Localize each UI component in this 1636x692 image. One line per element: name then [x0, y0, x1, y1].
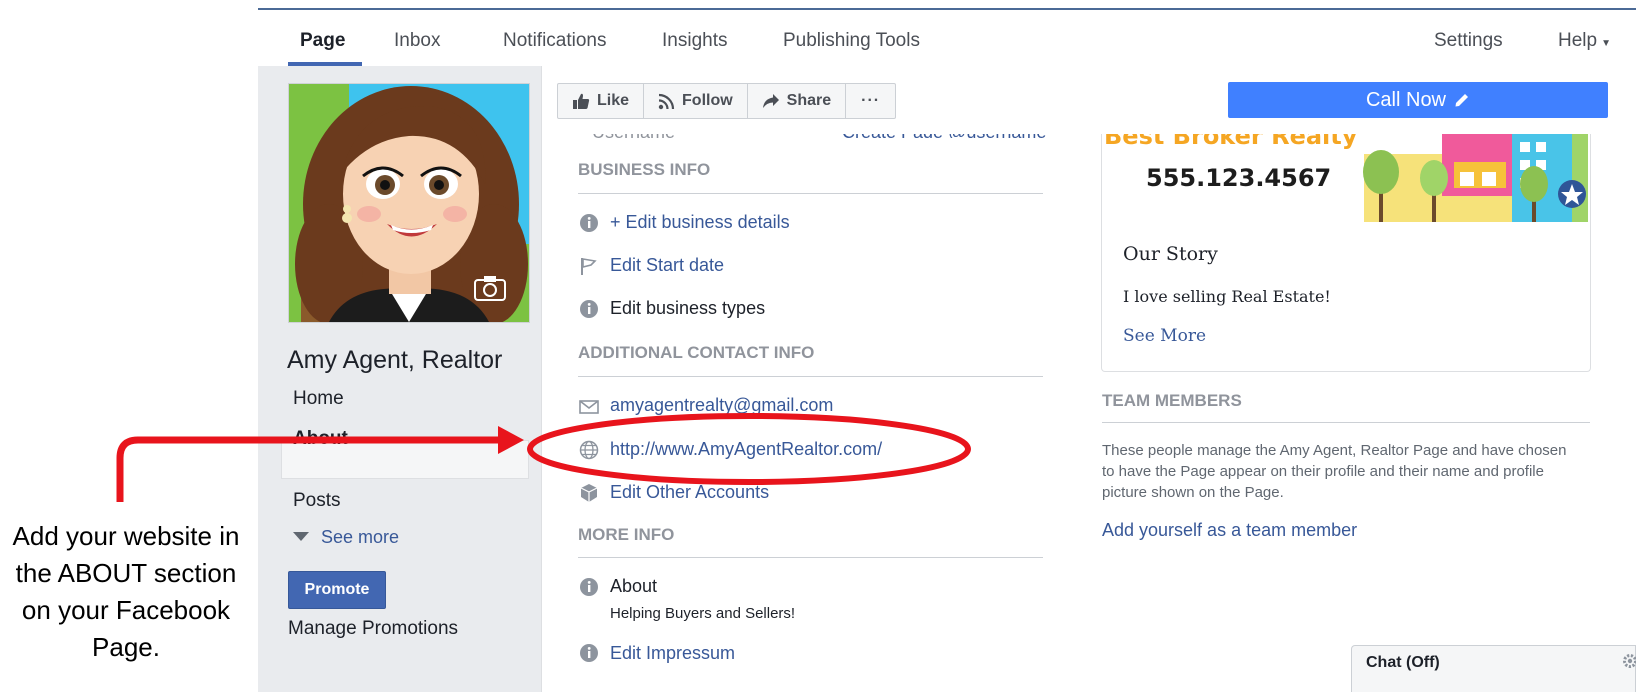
follow-button[interactable]: Follow: [644, 84, 748, 118]
pencil-icon[interactable]: [1454, 92, 1470, 108]
section-divider: [578, 376, 1043, 377]
banner-brand-text: Best Broker Realty: [1104, 134, 1358, 150]
page-name: Amy Agent, Realtor: [287, 346, 503, 374]
tab-help[interactable]: Help ▼: [1558, 30, 1611, 52]
manage-promotions-link[interactable]: Manage Promotions: [288, 618, 458, 640]
follow-label: Follow: [682, 92, 733, 109]
annotation-callout-text: Add your website in the ABOUT section on…: [12, 521, 240, 662]
contact-info-heading: ADDITIONAL CONTACT INFO: [578, 343, 815, 362]
website-link[interactable]: http://www.AmyAgentRealtor.com/: [610, 439, 882, 460]
gear-icon[interactable]: [1622, 653, 1636, 669]
sidebar-item-posts[interactable]: Posts: [293, 490, 341, 512]
tab-notifications[interactable]: Notifications: [503, 30, 607, 52]
sidebar-item-home[interactable]: Home: [293, 388, 344, 410]
story-see-more-link[interactable]: See More: [1123, 326, 1206, 346]
realty-banner-image: Best Broker Realty 555.123.4567: [1102, 134, 1588, 222]
call-now-button[interactable]: Call Now: [1228, 82, 1608, 118]
tab-publishing-tools[interactable]: Publishing Tools: [783, 30, 920, 52]
triangle-down-icon: [293, 532, 309, 541]
edit-start-date-link[interactable]: Edit Start date: [610, 255, 724, 276]
more-options-button[interactable]: ···: [846, 84, 895, 118]
help-label: Help: [1558, 30, 1598, 51]
about-text: Helping Buyers and Sellers!: [610, 605, 796, 622]
section-divider: [578, 557, 1043, 558]
edit-business-types-link[interactable]: Edit business types: [610, 298, 765, 319]
globe-icon: [579, 440, 599, 460]
share-label: Share: [786, 92, 832, 109]
flag-icon: [581, 258, 597, 275]
tab-inbox[interactable]: Inbox: [394, 30, 440, 52]
our-story-text: I love selling Real Estate!: [1123, 287, 1331, 306]
see-more-label: See more: [321, 527, 400, 547]
cube-icon: [580, 484, 598, 502]
tab-settings[interactable]: Settings: [1434, 30, 1503, 52]
info-icon: [580, 644, 598, 662]
page-nav-bar: Page Inbox Notifications Insights Publis…: [258, 10, 1636, 66]
tab-page[interactable]: Page: [300, 30, 345, 52]
caret-down-icon: ▼: [1601, 38, 1611, 49]
call-now-label: Call Now: [1365, 88, 1447, 111]
sidebar-see-more[interactable]: See more: [293, 527, 399, 548]
like-button[interactable]: Like: [558, 84, 645, 118]
section-divider: [578, 193, 1043, 194]
edit-impressum-link[interactable]: Edit Impressum: [610, 643, 735, 664]
section-divider: [1102, 422, 1590, 423]
add-team-member-link[interactable]: Add yourself as a team member: [1102, 520, 1357, 541]
edit-business-details-link[interactable]: + Edit business details: [610, 212, 790, 233]
promote-button[interactable]: Promote: [288, 571, 386, 609]
share-arrow-icon: [762, 94, 779, 108]
profile-picture[interactable]: [288, 83, 530, 323]
avatar-cartoon-image: [289, 84, 529, 322]
thumbs-up-icon: [573, 93, 590, 109]
tab-insights[interactable]: Insights: [662, 30, 727, 52]
story-cover-image[interactable]: Best Broker Realty 555.123.4567: [1102, 134, 1588, 222]
share-button[interactable]: Share: [748, 84, 847, 118]
business-info-heading: BUSINESS INFO: [578, 160, 711, 179]
info-icon: [580, 300, 598, 318]
info-icon: [580, 214, 598, 232]
banner-phone-text: 555.123.4567: [1146, 164, 1331, 192]
envelope-icon: [579, 400, 599, 414]
our-story-title: Our Story: [1123, 243, 1218, 265]
more-info-heading: MORE INFO: [578, 525, 675, 544]
team-description: These people manage the Amy Agent, Realt…: [1102, 442, 1567, 501]
rss-icon: [658, 93, 675, 109]
column-divider: [541, 66, 542, 692]
team-members-heading: TEAM MEMBERS: [1102, 391, 1242, 410]
like-label: Like: [597, 92, 630, 109]
action-button-group: Like Follow Share ···: [557, 83, 897, 119]
about-label: About: [610, 576, 658, 596]
email-link[interactable]: amyagentrealty@gmail.com: [610, 395, 833, 416]
info-icon: [580, 578, 598, 596]
chat-status-label: Chat (Off): [1366, 654, 1440, 671]
sidebar-item-about[interactable]: About: [293, 428, 348, 450]
edit-other-accounts-link[interactable]: Edit Other Accounts: [610, 482, 769, 503]
